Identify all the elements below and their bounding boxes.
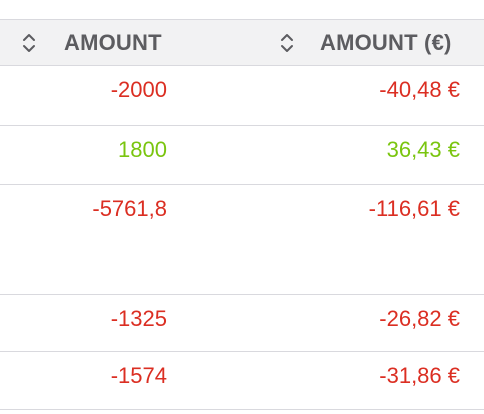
amount-eur-cell: -116,61 € [368,196,460,221]
amount-cell: -1325 [110,306,167,331]
transactions-table: AMOUNT AMOUNT (€) -2000 -40,48 € 1800 36… [0,0,484,414]
amount-column-header[interactable]: AMOUNT [64,29,162,57]
table-header: AMOUNT AMOUNT (€) [0,19,484,66]
amount-eur-column-header[interactable]: AMOUNT (€) [320,29,452,57]
amount-cell: -2000 [110,77,167,102]
amount-eur-cell: -31,86 € [379,363,460,388]
amount-eur-cell: 36,43 € [386,137,460,162]
table-row[interactable]: 1800 36,43 € [0,126,484,185]
amount-eur-cell: -40,48 € [379,77,460,102]
sort-up-down-icon[interactable] [20,32,38,54]
sort-up-down-icon[interactable] [278,32,296,54]
table-row[interactable]: -1325 -26,82 € [0,295,484,352]
amount-cell: -5761,8 [92,196,167,221]
table-row[interactable]: -2000 -40,48 € [0,66,484,126]
amount-eur-cell: -26,82 € [379,306,460,331]
table-row[interactable]: -1574 -31,86 € [0,352,484,410]
table-row[interactable]: -5761,8 -116,61 € [0,185,484,295]
amount-cell: 1800 [118,137,167,162]
amount-cell: -1574 [110,363,167,388]
